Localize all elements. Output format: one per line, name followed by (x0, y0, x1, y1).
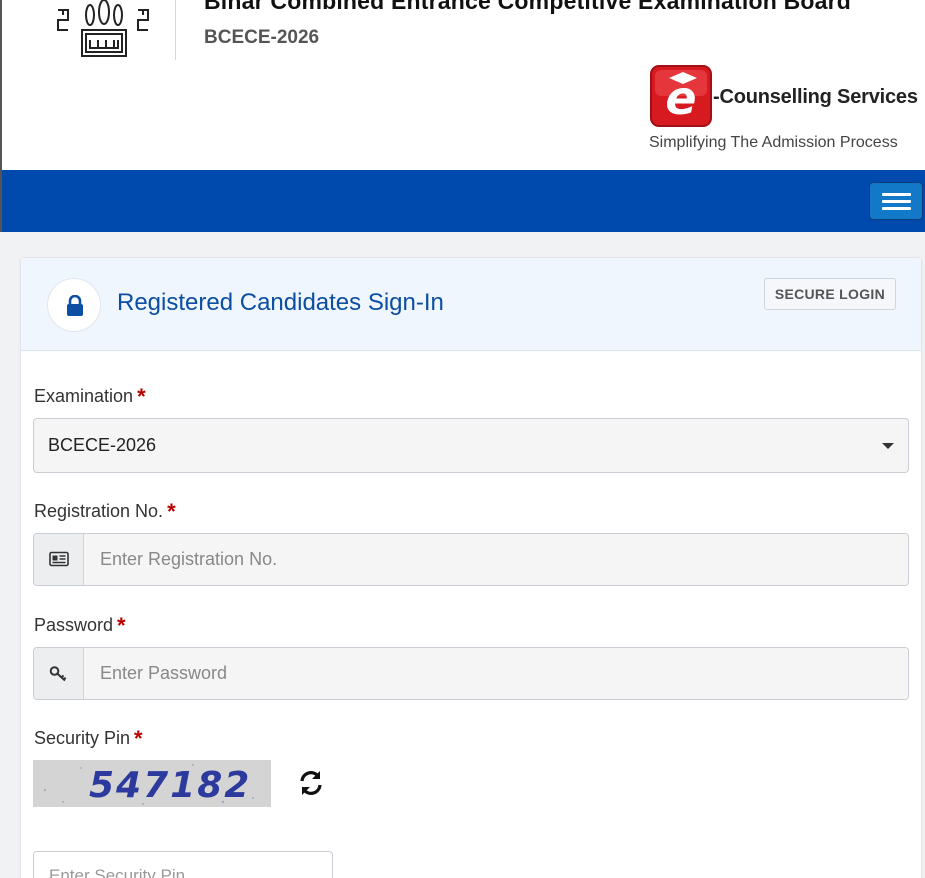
examination-label-text: Examination (34, 386, 134, 406)
security-pin-input[interactable] (33, 851, 333, 878)
brand-tagline: Simplifying The Admission Process (649, 134, 898, 151)
security-pin-label-text: Security Pin (34, 728, 131, 748)
captcha-text: 547182 (89, 765, 252, 806)
registration-label-text: Registration No. (34, 501, 164, 521)
registration-input-group (33, 533, 909, 586)
captcha-image: 547182 (33, 760, 271, 807)
id-card-icon (34, 534, 84, 585)
emblem-logo-icon (54, 0, 154, 60)
password-label-text: Password (34, 615, 114, 635)
card-title: Registered Candidates Sign-In (117, 289, 444, 316)
examination-select[interactable]: BCECE-2026 (33, 418, 909, 473)
registration-input[interactable] (85, 534, 908, 585)
hamburger-menu-icon (882, 193, 911, 196)
board-title: Bihar Combined Entrance Competitive Exam… (204, 0, 852, 14)
header-divider (175, 0, 176, 60)
required-marker: * (117, 613, 126, 638)
password-input-group (33, 647, 909, 700)
e-counselling-logo-icon: e (649, 64, 713, 128)
site-header: Bihar Combined Entrance Competitive Exam… (2, 0, 925, 170)
required-marker: * (167, 499, 176, 524)
password-label: Password * (34, 611, 126, 638)
lock-icon (47, 278, 101, 332)
examination-label: Examination * (34, 382, 146, 409)
chevron-down-icon (882, 443, 894, 449)
examination-selected-value: BCECE-2026 (48, 435, 157, 455)
menu-toggle-button[interactable] (869, 182, 923, 220)
registration-label: Registration No. * (34, 497, 176, 524)
required-marker: * (134, 726, 143, 751)
key-icon (34, 648, 84, 699)
exam-subtitle: BCECE-2026 (204, 27, 320, 48)
refresh-icon[interactable] (297, 769, 325, 797)
brand-name: -Counselling Services (713, 86, 918, 108)
navbar (2, 170, 925, 232)
secure-login-badge: SECURE LOGIN (763, 278, 896, 310)
hamburger-menu-icon (882, 200, 911, 203)
login-card: Registered Candidates Sign-In SECURE LOG… (20, 257, 922, 878)
password-input[interactable] (85, 648, 908, 699)
security-pin-label: Security Pin * (34, 724, 143, 751)
card-header: Registered Candidates Sign-In SECURE LOG… (21, 258, 921, 351)
hamburger-menu-icon (882, 207, 911, 210)
required-marker: * (137, 384, 146, 409)
